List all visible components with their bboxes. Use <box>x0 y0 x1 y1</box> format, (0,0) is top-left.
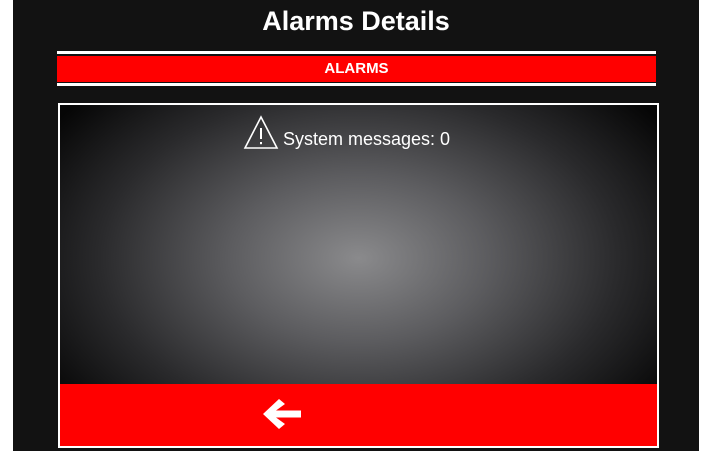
back-button[interactable] <box>60 384 657 446</box>
app-frame: Alarms Details ALARMS System messages: 0 <box>13 0 699 451</box>
top-divider <box>57 51 656 54</box>
alarms-panel: System messages: 0 <box>58 103 659 448</box>
warning-triangle-icon <box>243 115 279 149</box>
system-messages-row: System messages: 0 <box>243 111 450 151</box>
page-title: Alarms Details <box>262 6 450 36</box>
bottom-divider <box>57 83 656 86</box>
alarms-section-header: ALARMS <box>57 56 656 82</box>
system-messages-count: System messages: 0 <box>283 129 451 149</box>
arrow-left-icon <box>263 399 301 429</box>
